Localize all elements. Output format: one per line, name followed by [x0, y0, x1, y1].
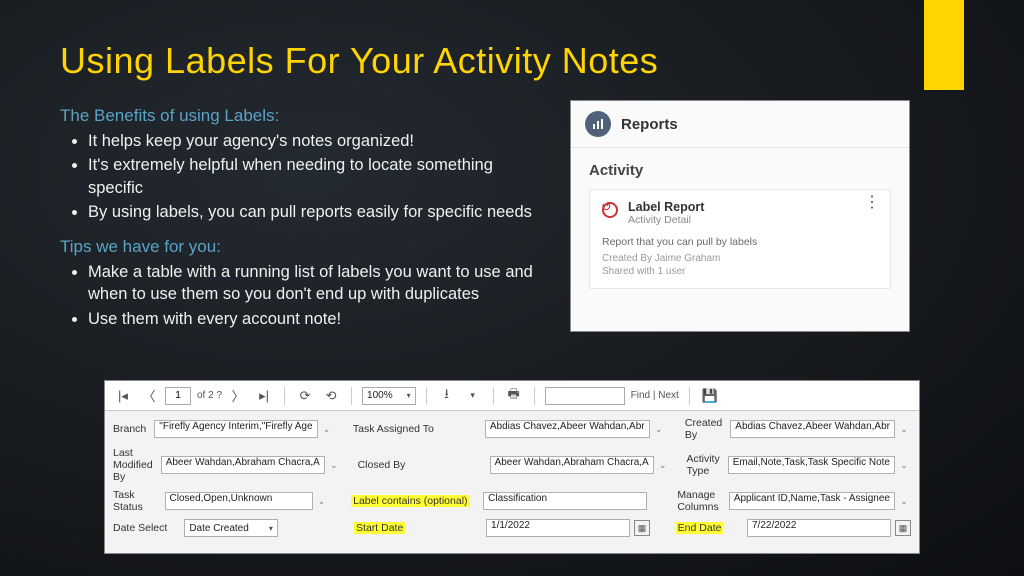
kebab-icon[interactable]: ⋮: [864, 198, 880, 208]
date-select-dropdown[interactable]: Date Created: [184, 519, 278, 537]
created-by-label: Created By: [685, 417, 722, 441]
closed-by-input[interactable]: Abeer Wahdan,Abraham Chacra,A: [490, 456, 654, 474]
refresh-icon[interactable]: ⟳: [295, 386, 315, 406]
next-page-icon[interactable]: 〉: [228, 386, 248, 406]
chevron-down-icon[interactable]: ⌄: [897, 456, 911, 474]
start-date-label: Start Date: [354, 522, 405, 534]
accent-bar: [924, 0, 964, 90]
benefits-heading: The Benefits of using Labels:: [60, 106, 540, 126]
chevron-down-icon[interactable]: ⌄: [320, 420, 334, 438]
report-shared: Shared with 1 user: [602, 265, 878, 278]
last-modified-input[interactable]: Abeer Wahdan,Abraham Chacra,A: [161, 456, 325, 474]
activity-type-input[interactable]: Email,Note,Task,Task Specific Note: [728, 456, 895, 474]
report-subtitle: Activity Detail: [628, 214, 878, 226]
report-created: Created By Jaime Graham: [602, 252, 878, 265]
first-page-icon[interactable]: |◂: [113, 386, 133, 406]
reports-card: Reports Activity ⋮ Label Report Activity…: [570, 100, 910, 332]
chevron-down-icon[interactable]: ⌄: [315, 492, 329, 510]
end-date-input[interactable]: 7/22/2022: [747, 519, 891, 537]
chevron-down-icon[interactable]: ⌄: [897, 420, 911, 438]
list-item: Use them with every account note!: [88, 308, 540, 330]
page-of-label: of 2 ?: [197, 390, 222, 401]
list-item: It's extremely helpful when needing to l…: [88, 154, 540, 199]
label-contains-input[interactable]: Classification: [483, 492, 647, 510]
report-title: Label Report: [628, 200, 878, 214]
download-icon[interactable]: ⭳: [437, 386, 457, 406]
task-assigned-label: Task Assigned To: [353, 423, 477, 435]
benefits-list: It helps keep your agency's notes organi…: [60, 130, 540, 223]
page-title: Using Labels For Your Activity Notes: [60, 40, 964, 82]
text-column: The Benefits of using Labels: It helps k…: [60, 100, 540, 332]
find-input[interactable]: [545, 387, 625, 405]
chevron-down-icon[interactable]: ▾: [463, 386, 483, 406]
report-viewer: |◂ 〈 of 2 ? 〉 ▸| ⟳ ⟲ 100% ⭳ ▾ 🖶 Find | N…: [104, 380, 920, 554]
task-status-label: Task Status: [113, 489, 157, 513]
last-page-icon[interactable]: ▸|: [254, 386, 274, 406]
chevron-down-icon[interactable]: ⌄: [897, 492, 911, 510]
manage-columns-label: Manage Columns: [677, 489, 721, 513]
branch-input[interactable]: "Firefly Agency Interim,"Firefly Age: [154, 420, 317, 438]
closed-by-label: Closed By: [358, 459, 482, 471]
start-date-input[interactable]: 1/1/2022: [486, 519, 630, 537]
zoom-select[interactable]: 100%: [362, 387, 416, 405]
list-item: Make a table with a running list of labe…: [88, 261, 540, 306]
chevron-down-icon[interactable]: ⌄: [652, 420, 666, 438]
created-by-input[interactable]: Abdias Chavez,Abeer Wahdan,Abr: [730, 420, 895, 438]
reports-header: Reports: [571, 101, 909, 148]
chevron-down-icon[interactable]: ⌄: [327, 456, 341, 474]
back-icon[interactable]: ⟲: [321, 386, 341, 406]
date-select-label: Date Select: [113, 522, 176, 534]
report-description: Report that you can pull by labels: [602, 236, 878, 248]
bar-chart-icon: [585, 111, 611, 137]
viewer-toolbar: |◂ 〈 of 2 ? 〉 ▸| ⟳ ⟲ 100% ⭳ ▾ 🖶 Find | N…: [105, 381, 919, 411]
reports-title: Reports: [621, 116, 678, 133]
manage-columns-input[interactable]: Applicant ID,Name,Task - Assignee: [729, 492, 895, 510]
zoom-value: 100%: [367, 390, 393, 401]
activity-type-label: Activity Type: [686, 453, 719, 477]
slide-content: Using Labels For Your Activity Notes The…: [0, 0, 1024, 332]
task-assigned-input[interactable]: Abdias Chavez,Abeer Wahdan,Abr: [485, 420, 650, 438]
calendar-icon[interactable]: ▦: [634, 520, 650, 536]
activity-heading: Activity: [589, 162, 891, 179]
end-date-label: End Date: [676, 522, 724, 534]
list-item: By using labels, you can pull reports ea…: [88, 201, 540, 223]
label-contains-label: Label contains (optional): [351, 495, 469, 507]
report-item[interactable]: ⋮ Label Report Activity Detail Report th…: [589, 189, 891, 289]
find-label[interactable]: Find | Next: [631, 390, 679, 401]
tips-list: Make a table with a running list of labe…: [60, 261, 540, 330]
save-icon[interactable]: 💾: [700, 386, 720, 406]
chevron-down-icon[interactable]: ⌄: [656, 456, 670, 474]
last-modified-label: Last Modified By: [113, 447, 153, 483]
print-icon[interactable]: 🖶: [504, 386, 524, 406]
history-icon: [602, 202, 618, 218]
date-select-value: Date Created: [189, 523, 248, 534]
task-status-input[interactable]: Closed,Open,Unknown: [165, 492, 313, 510]
page-input[interactable]: [165, 387, 191, 405]
list-item: It helps keep your agency's notes organi…: [88, 130, 540, 152]
calendar-icon[interactable]: ▦: [895, 520, 911, 536]
branch-label: Branch: [113, 423, 146, 435]
filter-grid: Branch "Firefly Agency Interim,"Firefly …: [105, 411, 919, 553]
prev-page-icon[interactable]: 〈: [139, 386, 159, 406]
tips-heading: Tips we have for you:: [60, 237, 540, 257]
